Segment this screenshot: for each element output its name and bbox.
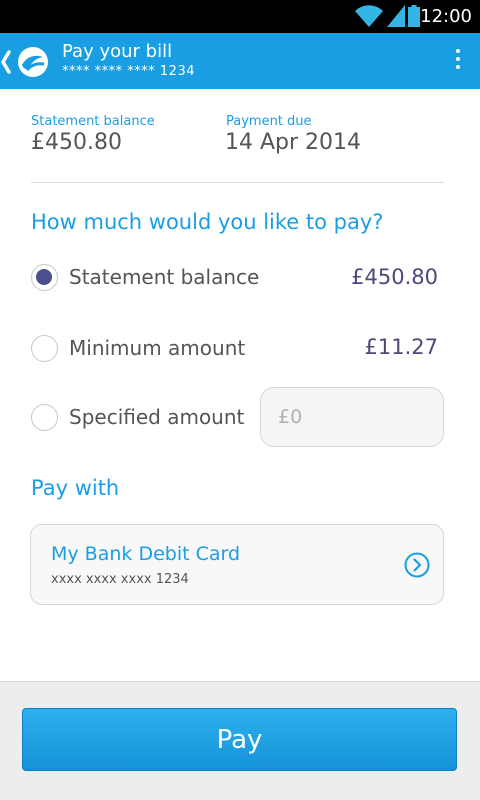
radio-statement-balance[interactable]: [31, 264, 58, 291]
option-label-specified-amount[interactable]: Specified amount: [69, 405, 244, 429]
divider: [31, 182, 444, 183]
wifi-icon: [355, 5, 383, 27]
statement-balance-value: £450.80: [31, 130, 122, 155]
option-label-minimum-amount[interactable]: Minimum amount: [69, 336, 245, 360]
status-bar: 12:00: [0, 0, 480, 33]
option-label-statement-balance[interactable]: Statement balance: [69, 265, 259, 289]
payment-card-selector[interactable]: My Bank Debit Card xxxx xxxx xxxx 1234: [30, 524, 444, 605]
card-name: My Bank Debit Card: [51, 543, 241, 565]
option-amount-statement-balance: £450.80: [351, 265, 438, 289]
card-number-subtitle: **** **** **** 1234: [62, 64, 195, 79]
battery-icon: [408, 5, 420, 27]
back-logo-icon[interactable]: [0, 43, 56, 81]
card-number: xxxx xxxx xxxx 1234: [51, 572, 189, 587]
radio-minimum-amount[interactable]: [31, 335, 58, 362]
signal-icon: [387, 5, 405, 27]
payment-due-value: 14 Apr 2014: [225, 130, 362, 155]
overflow-menu-icon[interactable]: [452, 49, 464, 73]
pay-with-heading: Pay with: [31, 476, 120, 500]
status-time: 12:00: [420, 6, 472, 27]
app-bar: Pay your bill **** **** **** 1234: [0, 33, 480, 89]
payment-amount-heading: How much would you like to pay?: [31, 210, 384, 234]
pay-button[interactable]: Pay: [22, 708, 457, 771]
chevron-right-icon[interactable]: [404, 552, 430, 578]
radio-specified-amount[interactable]: [31, 404, 58, 431]
option-amount-minimum: £11.27: [364, 335, 438, 359]
page-title: Pay your bill: [62, 41, 173, 62]
payment-due-label: Payment due: [226, 114, 312, 129]
specified-amount-input[interactable]: [260, 387, 444, 447]
statement-balance-label: Statement balance: [31, 114, 155, 129]
